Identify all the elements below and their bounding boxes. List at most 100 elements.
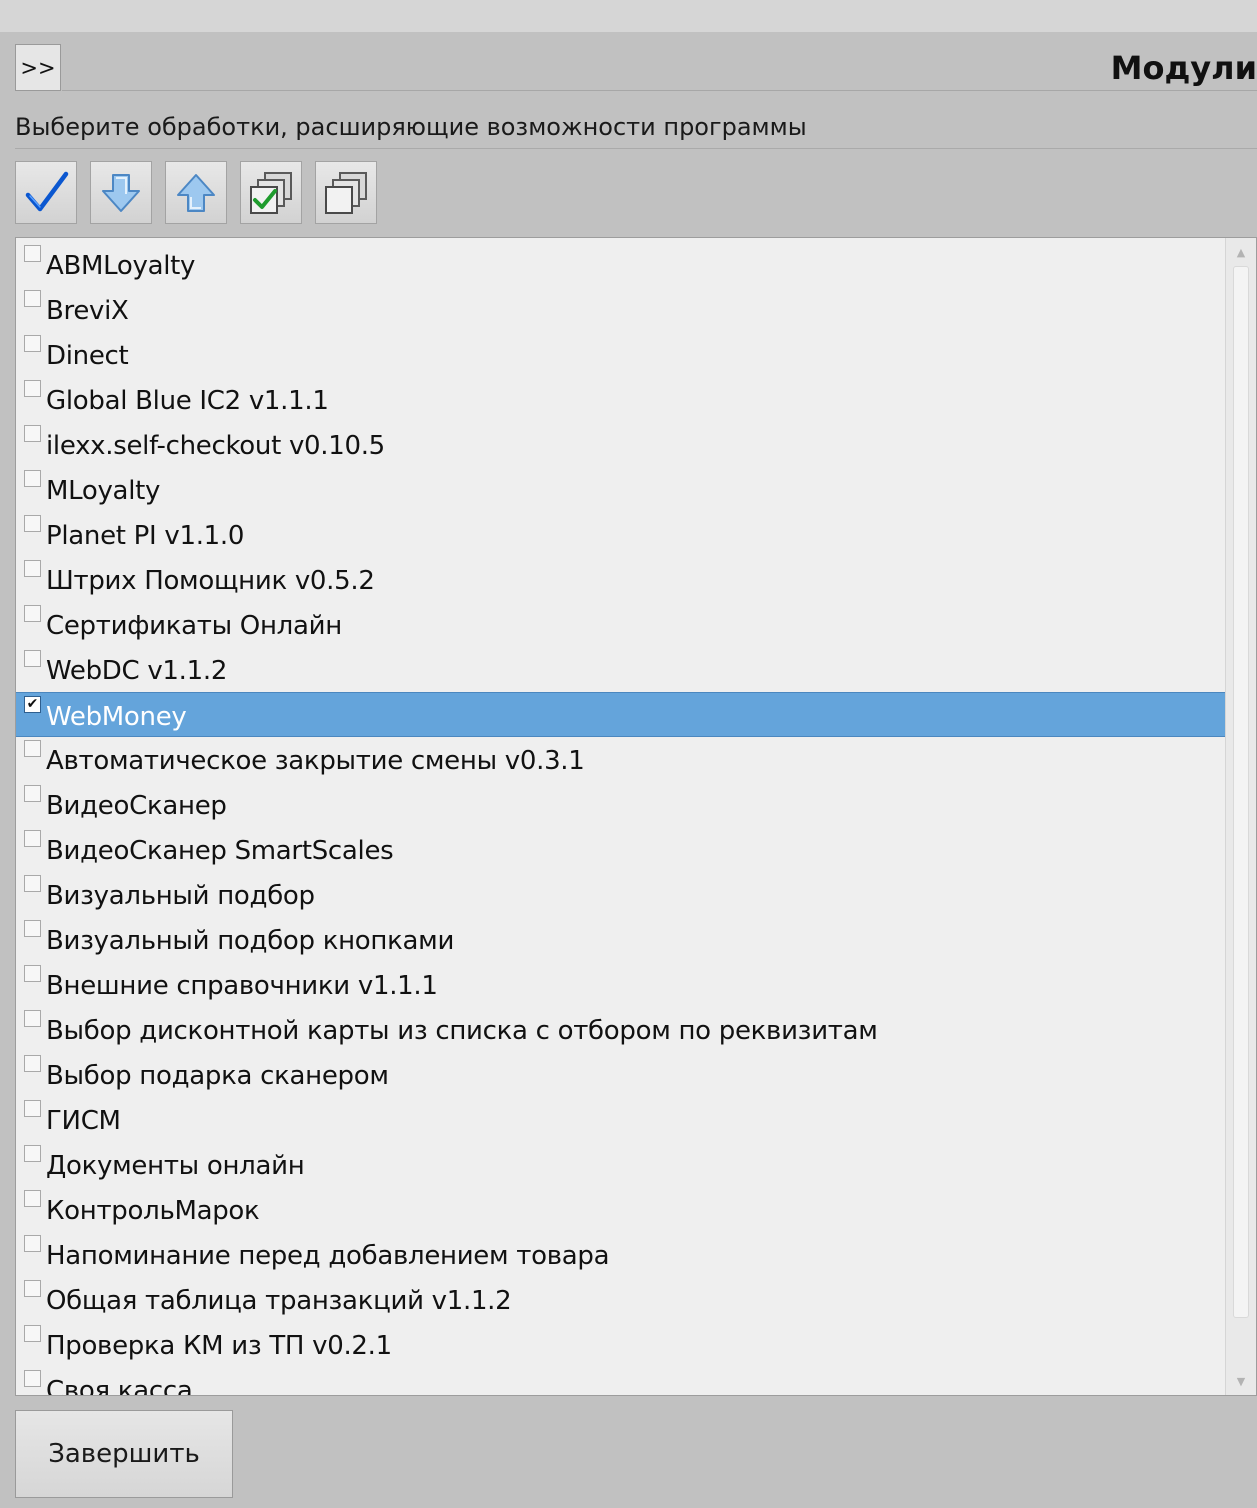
checkmark-icon: [25, 171, 69, 211]
list-item[interactable]: Выбор подарка сканером: [16, 1052, 1226, 1097]
modules-list[interactable]: ABMLoyalty BreviX Dinect Global Blue IC2 v1…: [15, 237, 1257, 1396]
item-label: Напоминание перед добавлением товара: [46, 1241, 610, 1271]
list-item[interactable]: Визуальный подбор: [16, 872, 1226, 917]
item-label: КонтрольМарок: [46, 1196, 260, 1226]
arrow-up-icon: [177, 173, 215, 212]
item-label: Выбор подарка сканером: [46, 1061, 389, 1091]
item-label: WebDC v1.1.2: [46, 656, 228, 686]
list-item[interactable]: ✔ WebMoney: [16, 692, 1226, 737]
item-checkbox[interactable]: [24, 1010, 41, 1027]
scroll-down-icon[interactable]: ▼: [1226, 1369, 1256, 1393]
item-checkbox[interactable]: [24, 1145, 41, 1162]
item-label: Внешние справочники v1.1.1: [46, 971, 438, 1001]
list-item[interactable]: WebDC v1.1.2: [16, 647, 1226, 692]
item-label: Визуальный подбор кнопками: [46, 926, 455, 956]
item-checkbox[interactable]: [24, 605, 41, 622]
item-label: Выбор дисконтной карты из списка с отбор…: [46, 1016, 878, 1046]
item-checkbox[interactable]: [24, 650, 41, 667]
item-checkbox[interactable]: [24, 425, 41, 442]
item-checkbox[interactable]: [24, 335, 41, 352]
item-label: WebMoney: [46, 702, 187, 732]
move-up-button[interactable]: [165, 161, 227, 224]
list-item[interactable]: BreviX: [16, 287, 1226, 332]
list-item[interactable]: Документы онлайн: [16, 1142, 1226, 1187]
item-checkbox[interactable]: [24, 740, 41, 757]
item-label: Своя касса: [46, 1376, 193, 1396]
item-label: ВидеоСканер: [46, 791, 227, 821]
item-label: Dinect: [46, 341, 129, 371]
list-item[interactable]: Внешние справочники v1.1.1: [16, 962, 1226, 1007]
list-item[interactable]: Автоматическое закрытие смены v0.3.1: [16, 737, 1226, 782]
item-label: Штрих Помощник v0.5.2: [46, 566, 375, 596]
subtitle: Выберите обработки, расширяющие возможно…: [15, 113, 807, 141]
check-all-button[interactable]: [240, 161, 302, 224]
item-checkbox[interactable]: [24, 1370, 41, 1387]
item-checkbox[interactable]: [24, 830, 41, 847]
item-label: MLoyalty: [46, 476, 161, 506]
list-item[interactable]: Dinect: [16, 332, 1226, 377]
item-label: Проверка КМ из ТП v0.2.1: [46, 1331, 392, 1361]
item-label: ГИСМ: [46, 1106, 121, 1136]
item-checkbox[interactable]: [24, 470, 41, 487]
uncheck-all-icon: [325, 171, 367, 214]
item-label: Документы онлайн: [46, 1151, 305, 1181]
arrow-down-icon: [102, 173, 140, 212]
list-item[interactable]: КонтрольМарок: [16, 1187, 1226, 1232]
item-checkbox[interactable]: [24, 380, 41, 397]
item-label: Сертификаты Онлайн: [46, 611, 342, 641]
item-checkbox[interactable]: [24, 245, 41, 262]
item-label: Global Blue IC2 v1.1.1: [46, 386, 329, 416]
list-item[interactable]: Сертификаты Онлайн: [16, 602, 1226, 647]
expand-button[interactable]: >>: [15, 44, 61, 91]
list-item[interactable]: Global Blue IC2 v1.1.1: [16, 377, 1226, 422]
toolbar: [15, 161, 377, 224]
list-item[interactable]: ilexx.self-checkout v0.10.5: [16, 422, 1226, 467]
item-checkbox[interactable]: [24, 560, 41, 577]
uncheck-all-button[interactable]: [315, 161, 377, 224]
finish-button[interactable]: Завершить: [15, 1410, 233, 1498]
item-label: Общая таблица транзакций v1.1.2: [46, 1286, 512, 1316]
top-strip: [0, 0, 1257, 32]
list-item[interactable]: Напоминание перед добавлением товара: [16, 1232, 1226, 1277]
item-checkbox[interactable]: [24, 1055, 41, 1072]
select-button[interactable]: [15, 161, 77, 224]
item-checkbox[interactable]: [24, 290, 41, 307]
item-checkbox[interactable]: [24, 1190, 41, 1207]
list-item[interactable]: MLoyalty: [16, 467, 1226, 512]
item-checkbox[interactable]: [24, 965, 41, 982]
item-checkbox[interactable]: [24, 1325, 41, 1342]
list-item[interactable]: Общая таблица транзакций v1.1.2: [16, 1277, 1226, 1322]
item-checkbox[interactable]: [24, 920, 41, 937]
item-checkbox[interactable]: [24, 875, 41, 892]
item-checkbox[interactable]: [24, 785, 41, 802]
list-item[interactable]: ГИСМ: [16, 1097, 1226, 1142]
scroll-up-icon[interactable]: ▲: [1226, 240, 1256, 264]
item-label: ABMLoyalty: [46, 251, 196, 281]
item-checkbox[interactable]: [24, 1235, 41, 1252]
list-item[interactable]: ВидеоСканер: [16, 782, 1226, 827]
item-label: Визуальный подбор: [46, 881, 315, 911]
scroll-thumb[interactable]: [1233, 266, 1249, 1318]
item-checkbox[interactable]: [24, 1280, 41, 1297]
list-item[interactable]: ABMLoyalty: [16, 242, 1226, 287]
scrollbar[interactable]: ▲ ▼: [1225, 238, 1256, 1395]
list-item[interactable]: Проверка КМ из ТП v0.2.1: [16, 1322, 1226, 1367]
item-checkbox[interactable]: ✔: [24, 696, 41, 713]
item-label: BreviX: [46, 296, 129, 326]
list-item[interactable]: Выбор дисконтной карты из списка с отбор…: [16, 1007, 1226, 1052]
list-item[interactable]: Визуальный подбор кнопками: [16, 917, 1226, 962]
list-item[interactable]: Штрих Помощник v0.5.2: [16, 557, 1226, 602]
list-item[interactable]: Своя касса: [16, 1367, 1226, 1396]
list-item[interactable]: Planet PI v1.1.0: [16, 512, 1226, 557]
page-title: Модули: [1110, 49, 1257, 87]
subtitle-divider: [15, 148, 1257, 149]
item-checkbox[interactable]: [24, 515, 41, 532]
item-label: ilexx.self-checkout v0.10.5: [46, 431, 385, 461]
check-all-icon: [250, 171, 292, 214]
list-item[interactable]: ВидеоСканер SmartScales: [16, 827, 1226, 872]
item-label: Автоматическое закрытие смены v0.3.1: [46, 746, 585, 776]
item-label: Planet PI v1.1.0: [46, 521, 245, 551]
item-checkbox[interactable]: [24, 1100, 41, 1117]
list-items: ABMLoyalty BreviX Dinect Global Blue IC2 v1…: [16, 242, 1226, 1396]
move-down-button[interactable]: [90, 161, 152, 224]
